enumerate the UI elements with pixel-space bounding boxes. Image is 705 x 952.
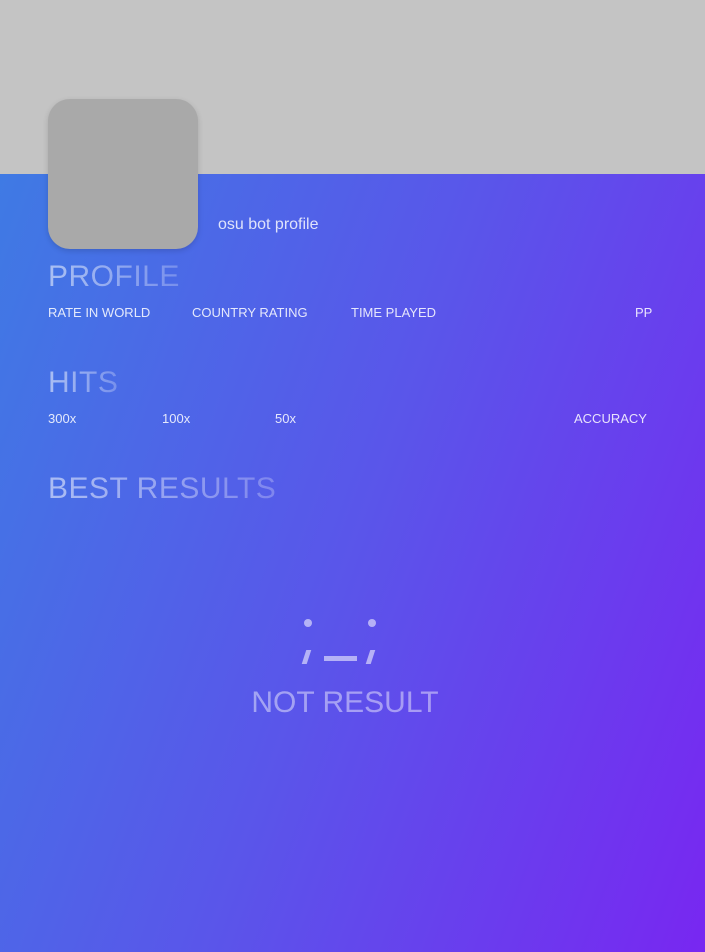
sad-face-icon	[300, 614, 380, 666]
hits-section-title: HITS	[48, 366, 119, 399]
stat-rate-in-world: RATE IN WORLD	[48, 305, 151, 320]
stat-pp: PP	[635, 305, 653, 320]
stat-time-played: TIME PLAYED	[351, 305, 437, 320]
stat-accuracy: ACCURACY	[574, 411, 647, 426]
profile-section-title: PROFILE	[48, 260, 180, 293]
stat-100x: 100x	[162, 411, 191, 426]
empty-results-message: NOT RESULT	[251, 686, 439, 719]
avatar[interactable]	[48, 99, 198, 249]
stat-country-rating: COUNTRY RATING	[192, 305, 308, 320]
best-results-section-title: BEST RESULTS	[48, 472, 277, 505]
stat-50x: 50x	[275, 411, 296, 426]
username: osu bot profile	[218, 216, 319, 233]
stat-300x: 300x	[48, 411, 77, 426]
